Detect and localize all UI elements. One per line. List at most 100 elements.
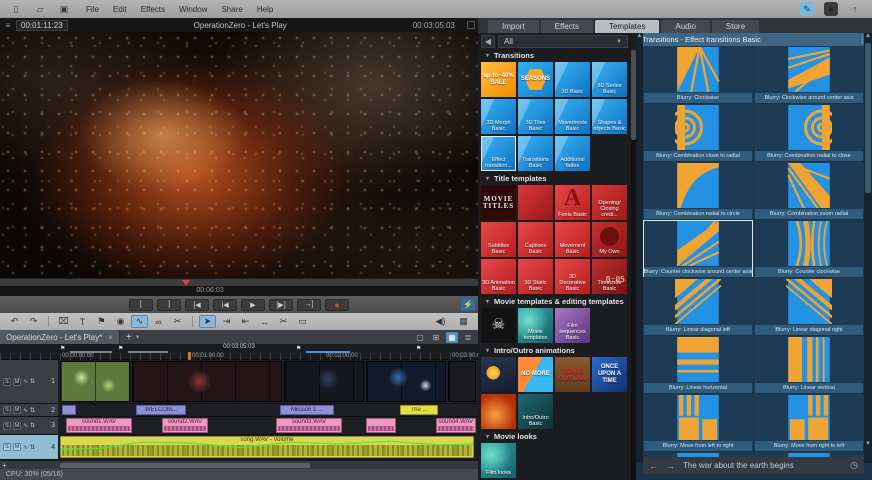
template-tile[interactable]: Movements Basic — [555, 99, 590, 134]
transition-item[interactable]: Blurry: Linear diagonal left — [643, 278, 753, 335]
track-header-2[interactable]: SM∿⇅2 — [0, 404, 58, 416]
chapter-marker-icon[interactable]: ⚑ — [118, 345, 123, 352]
track-lane-3[interactable]: sound1.WAVsound2.WAVsound3.WAVsound4.WAV — [58, 417, 478, 434]
transition-item[interactable]: Blurry: Combination close to radial — [643, 104, 753, 161]
preview-menu-icon[interactable]: ≡ — [0, 21, 16, 30]
section-header-1[interactable]: ▾Title templates — [478, 173, 636, 184]
section-header-4[interactable]: ▾Movie looks — [478, 431, 636, 442]
solo-button[interactable]: S — [3, 378, 11, 386]
template-tile[interactable]: 3D Animation Basic — [481, 259, 516, 294]
track-lane-1[interactable] — [58, 360, 478, 403]
tab-templates[interactable]: Templates — [595, 20, 659, 33]
template-tile[interactable]: Intro/Outro Basic — [518, 394, 553, 429]
jump-range-start-button[interactable]: [◀ — [185, 299, 209, 311]
title-alt-clip[interactable]: The ... — [400, 405, 438, 415]
template-tile[interactable]: 3D Basic — [555, 62, 590, 97]
section-header-2[interactable]: ▾Movie templates & editing templates — [478, 296, 636, 307]
preview-detach-icon[interactable] — [467, 21, 475, 29]
template-tile[interactable]: Shapes & objects Basic — [592, 99, 627, 134]
template-tile[interactable]: AFonts Basic — [555, 185, 590, 220]
section-header-3[interactable]: ▾Intro/Outro animations — [478, 345, 636, 356]
range-icon[interactable]: ▭ — [294, 315, 311, 328]
track-header-3[interactable]: SM∿⇅3 — [0, 417, 58, 434]
scroll-up-icon[interactable]: ▲ — [637, 33, 643, 39]
template-tile[interactable]: Movement Basic — [555, 222, 590, 257]
tab-effects[interactable]: Effects — [541, 20, 593, 33]
mute-button[interactable]: M — [13, 406, 21, 414]
transition-item[interactable]: Blurry: Linear horizontal — [643, 336, 753, 393]
title-clip[interactable] — [62, 405, 76, 415]
template-tile[interactable]: Film looks — [481, 443, 516, 478]
open-project-icon[interactable]: ▱ — [32, 3, 48, 15]
preview-scrubber[interactable] — [0, 278, 478, 286]
template-tile[interactable]: ☠ — [481, 308, 516, 343]
template-tile[interactable]: 3D Morph Basic — [481, 99, 516, 134]
duration-clock-icon[interactable]: ◷ — [850, 460, 858, 471]
template-tile[interactable]: TEXAS OUTLAW — [555, 357, 590, 392]
record-button[interactable]: ● — [325, 299, 349, 311]
mouse-mode-icon[interactable]: ➤ — [199, 315, 216, 328]
track-lane-2[interactable]: WELCOM...Mission 1 ...The ... — [58, 404, 478, 416]
transition-item[interactable]: Blurry: Combination zoom radial — [754, 162, 864, 219]
preview-monitor-icon[interactable]: ▢ — [414, 332, 426, 343]
project-tab-dropdown-icon[interactable]: ▾ — [136, 333, 140, 341]
template-tile[interactable]: up to -40% SALE — [481, 62, 516, 97]
tab-audio[interactable]: Audio — [661, 20, 709, 33]
audio-clip[interactable]: sound3.WAV — [276, 418, 342, 433]
transition-item[interactable]: Blurry: Counter clockwise — [754, 220, 864, 277]
play-range-button[interactable]: [▶] — [269, 299, 293, 311]
audio-volume-icon[interactable]: ◀) — [432, 315, 449, 328]
design-mode-icon[interactable]: ✎ — [800, 2, 814, 16]
project-tab-close-icon[interactable]: × — [108, 333, 113, 342]
solo-button[interactable]: S — [3, 443, 11, 451]
range-out-button[interactable]: ] — [157, 299, 181, 311]
video-clip[interactable] — [132, 361, 282, 402]
scroll-down-icon[interactable]: ▼ — [864, 441, 872, 447]
menu-item-window[interactable]: Window — [179, 5, 207, 14]
record-screen-icon[interactable]: ● — [824, 2, 838, 16]
detail-right-scrollbar[interactable]: ▲ ▼ — [864, 33, 872, 463]
solo-button[interactable]: S — [3, 422, 11, 430]
audio-clip[interactable]: sound4.WAV — [436, 418, 476, 433]
transition-item[interactable]: Blurry: Move from right to left — [754, 394, 864, 451]
optimize-view-icon[interactable]: ◉ — [112, 315, 129, 328]
fullscreen-icon[interactable]: ⊞ — [430, 332, 442, 343]
video-clip[interactable] — [366, 361, 446, 402]
previous-frame-button[interactable]: |◀ — [213, 299, 237, 311]
timeline-mode-icon[interactable]: ▦ — [446, 332, 458, 343]
template-tile[interactable]: Movie templates — [518, 308, 553, 343]
timeline-hscroll-thumb[interactable] — [60, 463, 310, 468]
video-clip[interactable] — [60, 361, 130, 402]
audio-clip[interactable]: sound1.WAV — [66, 418, 132, 433]
back-icon[interactable]: ◀ — [481, 35, 495, 48]
menu-item-share[interactable]: Share — [221, 5, 242, 14]
menu-item-help[interactable]: Help — [257, 5, 273, 14]
title-clip[interactable]: WELCOM... — [136, 405, 186, 415]
menu-item-edit[interactable]: Edit — [113, 5, 127, 14]
mute-button[interactable]: M — [13, 443, 21, 451]
title-icon[interactable]: T — [74, 315, 91, 328]
ungroup-icon[interactable]: ✂ — [169, 315, 186, 328]
category-filter-dropdown[interactable]: All ▼ — [498, 35, 628, 48]
template-tile[interactable]: Opening/ Closing credi... — [592, 185, 627, 220]
template-tile[interactable]: ONCE UPON A TIME — [592, 357, 627, 392]
track-header-4[interactable]: SM∿⇅4 — [0, 435, 58, 459]
split-icon[interactable]: ✂ — [275, 315, 292, 328]
scroll-up-icon[interactable]: ▲ — [865, 33, 871, 39]
tab-store[interactable]: Store — [712, 20, 759, 33]
mixer-icon[interactable]: ▦ — [455, 315, 472, 328]
save-icon[interactable]: ▣ — [56, 3, 72, 15]
template-tile[interactable]: Film sequences Basic — [555, 308, 590, 343]
template-tile[interactable]: 3D Static Basic — [518, 259, 553, 294]
redo-icon[interactable]: ↷ — [25, 315, 42, 328]
music-clip[interactable]: song.WAV - Volume — [60, 436, 474, 458]
template-tile[interactable]: My Own — [592, 222, 627, 257]
detail-left-scrollbar[interactable]: ▲ — [636, 33, 643, 463]
menu-item-file[interactable]: File — [86, 5, 99, 14]
connect-device-icon[interactable]: ⚡ — [461, 298, 475, 311]
track-header-1[interactable]: SM∿⇅1 — [0, 360, 58, 403]
template-tile[interactable]: 0:05Timecode Basic — [592, 259, 627, 294]
template-tile[interactable]: SEASONS — [518, 62, 553, 97]
template-tile[interactable]: NO MORE — [518, 357, 553, 392]
marker-icon[interactable]: ⚑ — [93, 315, 110, 328]
